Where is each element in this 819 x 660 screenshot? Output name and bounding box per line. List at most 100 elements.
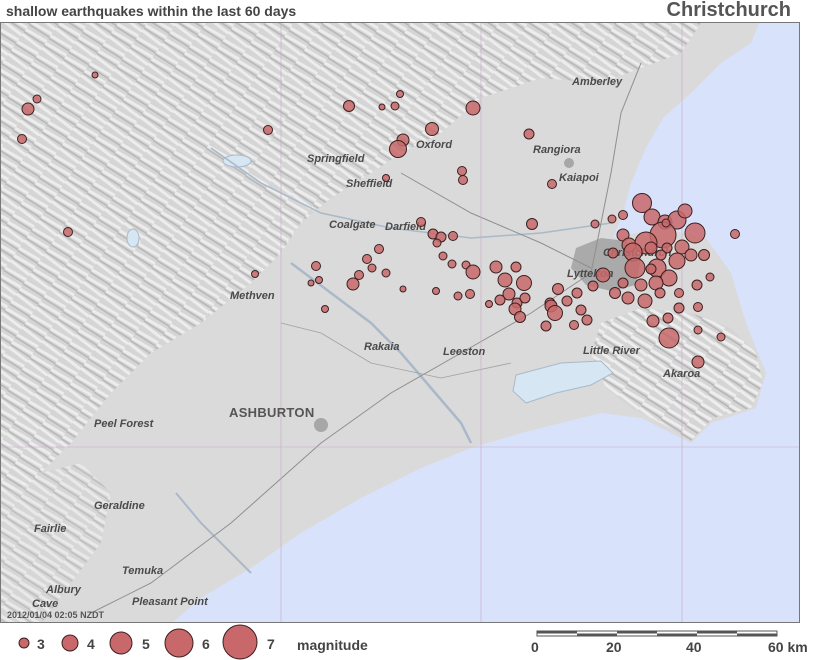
earthquake-marker[interactable] xyxy=(453,291,463,301)
label-pleasant-point: Pleasant Point xyxy=(132,596,209,608)
earthquake-marker[interactable] xyxy=(497,272,513,288)
earthquake-marker[interactable] xyxy=(684,248,698,262)
earthquake-marker[interactable] xyxy=(458,175,468,185)
earthquake-marker[interactable] xyxy=(646,314,660,328)
earthquake-marker[interactable] xyxy=(607,247,619,259)
earthquake-marker[interactable] xyxy=(362,254,372,264)
earthquake-marker[interactable] xyxy=(523,128,535,140)
earthquake-marker[interactable] xyxy=(716,332,726,342)
earthquake-marker[interactable] xyxy=(654,287,666,299)
earthquake-marker[interactable] xyxy=(637,293,653,309)
earthquake-marker[interactable] xyxy=(315,276,323,284)
earthquake-marker[interactable] xyxy=(526,218,538,230)
earthquake-marker[interactable] xyxy=(662,312,674,324)
earthquake-marker[interactable] xyxy=(691,355,705,369)
label-kaiapoi: Kaiapoi xyxy=(559,172,600,184)
earthquake-marker[interactable] xyxy=(547,179,557,189)
earthquake-marker[interactable] xyxy=(63,227,73,237)
earthquake-marker[interactable] xyxy=(367,263,377,273)
earthquake-marker[interactable] xyxy=(465,100,481,116)
earthquake-marker[interactable] xyxy=(21,102,35,116)
earthquake-marker[interactable] xyxy=(569,320,579,330)
earthquake-marker[interactable] xyxy=(645,263,657,275)
legend-label-7: 7 xyxy=(267,636,275,652)
earthquake-marker[interactable] xyxy=(516,275,532,291)
earthquake-marker[interactable] xyxy=(595,267,611,283)
earthquake-marker[interactable] xyxy=(730,229,740,239)
earthquake-marker[interactable] xyxy=(673,302,685,314)
earthquake-marker[interactable] xyxy=(485,300,493,308)
earthquake-marker[interactable] xyxy=(644,241,658,255)
earthquake-marker[interactable] xyxy=(617,277,629,289)
earthquake-marker[interactable] xyxy=(571,287,583,299)
earthquake-marker[interactable] xyxy=(374,244,384,254)
earthquake-marker[interactable] xyxy=(390,101,400,111)
earthquake-marker[interactable] xyxy=(634,278,648,292)
earthquake-marker[interactable] xyxy=(321,305,329,313)
earthquake-marker[interactable] xyxy=(494,294,506,306)
earthquake-marker[interactable] xyxy=(684,222,706,244)
earthquake-marker[interactable] xyxy=(691,279,703,291)
earthquake-marker[interactable] xyxy=(32,94,42,104)
rangiora-urban-area xyxy=(564,158,574,168)
earthquake-marker[interactable] xyxy=(618,210,628,220)
earthquake-marker[interactable] xyxy=(607,214,617,224)
earthquake-marker[interactable] xyxy=(263,125,273,135)
earthquake-marker[interactable] xyxy=(540,320,552,332)
earthquake-marker[interactable] xyxy=(354,270,364,280)
legend-marker-mag-6 xyxy=(164,628,194,658)
earthquake-marker[interactable] xyxy=(661,218,671,228)
earthquake-marker[interactable] xyxy=(447,259,457,269)
earthquake-marker[interactable] xyxy=(624,257,646,279)
earthquake-marker[interactable] xyxy=(432,287,440,295)
earthquake-marker[interactable] xyxy=(581,314,593,326)
earthquake-marker[interactable] xyxy=(547,305,563,321)
earthquake-marker[interactable] xyxy=(677,203,693,219)
earthquake-marker[interactable] xyxy=(489,260,503,274)
earthquake-marker[interactable] xyxy=(399,285,407,293)
earthquake-marker[interactable] xyxy=(693,325,703,335)
earthquake-marker[interactable] xyxy=(307,279,315,287)
earthquake-marker[interactable] xyxy=(609,287,621,299)
earthquake-marker[interactable] xyxy=(575,304,587,316)
earthquake-marker[interactable] xyxy=(416,217,426,227)
earthquake-marker[interactable] xyxy=(432,238,442,248)
earthquake-marker[interactable] xyxy=(448,231,458,241)
earthquake-marker[interactable] xyxy=(343,100,355,112)
earthquake-marker[interactable] xyxy=(587,280,599,292)
earthquake-marker[interactable] xyxy=(425,122,439,136)
earthquake-marker[interactable] xyxy=(590,219,600,229)
earthquake-marker[interactable] xyxy=(510,261,522,273)
earthquake-marker[interactable] xyxy=(514,311,526,323)
earthquake-marker[interactable] xyxy=(668,252,686,270)
earthquake-marker[interactable] xyxy=(561,295,573,307)
earthquake-marker[interactable] xyxy=(465,264,481,280)
earthquake-marker[interactable] xyxy=(311,261,321,271)
earthquake-marker[interactable] xyxy=(382,174,390,182)
legend-label-4: 4 xyxy=(87,636,95,652)
map-view[interactable]: Amberley Oxford Springfield Rangiora She… xyxy=(0,22,800,623)
earthquake-marker[interactable] xyxy=(396,90,404,98)
map-canvas[interactable]: Amberley Oxford Springfield Rangiora She… xyxy=(1,23,800,623)
earthquake-marker[interactable] xyxy=(698,249,710,261)
label-methven: Methven xyxy=(230,290,275,302)
earthquake-marker[interactable] xyxy=(438,251,448,261)
earthquake-marker[interactable] xyxy=(389,140,407,158)
earthquake-marker[interactable] xyxy=(658,327,680,349)
earthquake-marker[interactable] xyxy=(251,270,259,278)
earthquake-marker[interactable] xyxy=(378,103,386,111)
earthquake-marker[interactable] xyxy=(346,277,360,291)
earthquake-marker[interactable] xyxy=(705,272,715,282)
earthquake-marker[interactable] xyxy=(91,71,99,79)
legend-marker-mag-3 xyxy=(18,637,30,649)
earthquake-marker[interactable] xyxy=(674,288,684,298)
earthquake-marker[interactable] xyxy=(457,166,467,176)
earthquake-marker[interactable] xyxy=(381,268,391,278)
earthquake-marker[interactable] xyxy=(621,291,635,305)
earthquake-marker[interactable] xyxy=(465,289,475,299)
earthquake-marker[interactable] xyxy=(552,283,564,295)
earthquake-marker[interactable] xyxy=(519,292,531,304)
earthquake-marker[interactable] xyxy=(17,134,27,144)
earthquake-marker[interactable] xyxy=(655,249,667,261)
earthquake-marker[interactable] xyxy=(693,302,703,312)
